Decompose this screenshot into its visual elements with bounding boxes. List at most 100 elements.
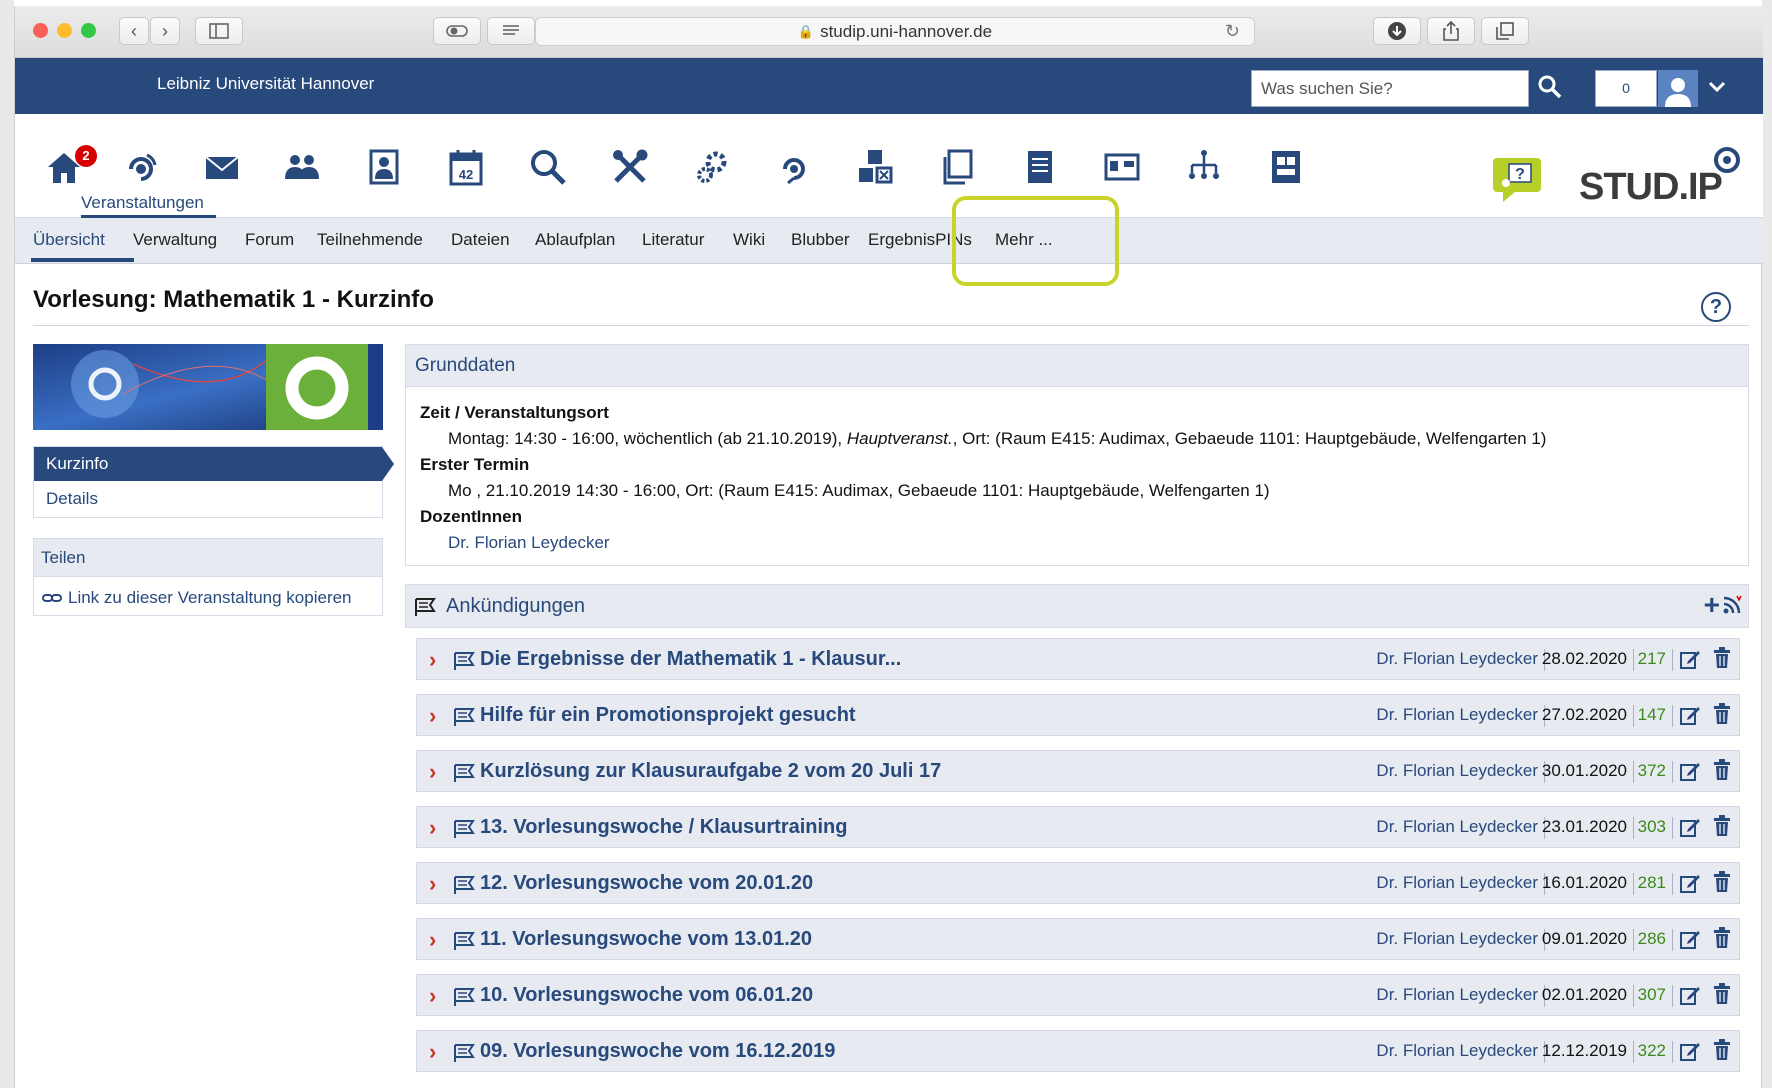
- announcement-title[interactable]: Hilfe für ein Promotionsprojekt gesucht: [480, 704, 856, 727]
- tools-icon[interactable]: [607, 144, 653, 190]
- address-bar[interactable]: 🔒 studip.uni-hannover.de ↻: [535, 17, 1255, 46]
- courses-second-icon[interactable]: [771, 144, 817, 190]
- edit-icon[interactable]: [1679, 984, 1701, 1006]
- zoom-window-button[interactable]: [81, 23, 96, 38]
- announcement-title[interactable]: 10. Vorlesungswoche vom 06.01.20: [480, 984, 813, 1007]
- announcement-author[interactable]: Dr. Florian Leydecker: [1376, 817, 1545, 839]
- sidebar-toggle-button[interactable]: [195, 17, 243, 45]
- copy-link-action[interactable]: Link zu dieser Veranstaltung kopieren: [42, 588, 352, 608]
- trash-icon[interactable]: [1713, 759, 1731, 781]
- privacy-report-button[interactable]: [433, 17, 481, 45]
- chevron-right-icon[interactable]: ›: [429, 927, 436, 953]
- edit-icon[interactable]: [1679, 1040, 1701, 1062]
- trash-icon[interactable]: [1713, 1039, 1731, 1061]
- chevron-right-icon[interactable]: ›: [429, 703, 436, 729]
- downloads-button[interactable]: [1373, 17, 1421, 45]
- minimize-window-button[interactable]: [57, 23, 72, 38]
- announcement-author[interactable]: Dr. Florian Leydecker: [1376, 705, 1545, 727]
- edit-icon[interactable]: [1679, 872, 1701, 894]
- trash-icon[interactable]: [1713, 647, 1731, 669]
- edit-icon[interactable]: [1679, 816, 1701, 838]
- community-icon[interactable]: [279, 144, 325, 190]
- trash-icon[interactable]: [1713, 927, 1731, 949]
- announcement-title[interactable]: 11. Vorlesungswoche vom 13.01.20: [480, 928, 812, 951]
- sidebar-item-details[interactable]: Details: [46, 489, 98, 509]
- help-bubble-icon[interactable]: ?: [1489, 154, 1545, 204]
- reader-button[interactable]: [487, 17, 535, 45]
- add-announcement-button[interactable]: +: [1704, 589, 1720, 621]
- trash-icon[interactable]: [1713, 871, 1731, 893]
- announcement-row[interactable]: › 13. Vorlesungswoche / Klausurtraining Dr…: [416, 806, 1740, 848]
- literature-icon[interactable]: [1017, 144, 1063, 190]
- grades-icon[interactable]: [1263, 144, 1309, 190]
- courses-icon[interactable]: [118, 144, 164, 190]
- trash-icon[interactable]: [1713, 983, 1731, 1005]
- chevron-right-icon[interactable]: ›: [429, 1039, 436, 1065]
- studip-logo[interactable]: STUD.IP: [1577, 144, 1747, 206]
- announcement-row[interactable]: › Die Ergebnisse der Mathematik 1 - Klaus…: [416, 638, 1740, 680]
- tabs-overview-button[interactable]: [1481, 17, 1529, 45]
- help-icon[interactable]: ?: [1701, 292, 1731, 322]
- admin-icon[interactable]: [689, 144, 735, 190]
- lecturer-link[interactable]: Dr. Florian Leydecker: [448, 533, 610, 553]
- chevron-right-icon[interactable]: ›: [429, 871, 436, 897]
- edit-icon[interactable]: [1679, 760, 1701, 782]
- announcement-title[interactable]: 13. Vorlesungswoche / Klausurtraining: [480, 816, 848, 839]
- announcement-row[interactable]: › 12. Vorlesungswoche vom 20.01.20 Dr. Flo…: [416, 862, 1740, 904]
- announcement-title[interactable]: 09. Vorlesungswoche vom 16.12.2019: [480, 1040, 835, 1063]
- back-button[interactable]: ‹: [119, 17, 149, 45]
- wiki-icon[interactable]: [1099, 144, 1145, 190]
- forward-button[interactable]: ›: [150, 17, 180, 45]
- chevron-down-icon[interactable]: [1708, 76, 1726, 99]
- chevron-right-icon[interactable]: ›: [429, 759, 436, 785]
- announcement-author[interactable]: Dr. Florian Leydecker: [1376, 985, 1545, 1007]
- tab-literatur[interactable]: Literatur: [642, 230, 704, 250]
- rss-icon[interactable]: [1722, 595, 1742, 615]
- notification-counter[interactable]: 0: [1595, 70, 1657, 107]
- announcement-row[interactable]: › Hilfe für ein Promotionsprojekt gesucht…: [416, 694, 1740, 736]
- announcement-title[interactable]: Kurzlösung zur Klausuraufgabe 2 vom 20 J…: [480, 760, 941, 783]
- tab-uebersicht[interactable]: Übersicht: [33, 230, 105, 250]
- chevron-right-icon[interactable]: ›: [429, 815, 436, 841]
- announcement-title[interactable]: Die Ergebnisse der Mathematik 1 - Klausu…: [480, 648, 901, 671]
- announcement-author[interactable]: Dr. Florian Leydecker: [1376, 761, 1545, 783]
- sidebar-item-kurzinfo[interactable]: Kurzinfo: [34, 447, 394, 481]
- announcement-row[interactable]: › 11. Vorlesungswoche vom 13.01.20 Dr. Flo…: [416, 918, 1740, 960]
- chevron-right-icon[interactable]: ›: [429, 983, 436, 1009]
- tab-forum[interactable]: Forum: [245, 230, 294, 250]
- trash-icon[interactable]: [1713, 703, 1731, 725]
- avatar[interactable]: [1658, 70, 1698, 107]
- mail-icon[interactable]: [199, 144, 245, 190]
- tab-blubber[interactable]: Blubber: [791, 230, 850, 250]
- announcement-author[interactable]: Dr. Florian Leydecker: [1376, 1041, 1545, 1063]
- tab-verwaltung[interactable]: Verwaltung: [133, 230, 217, 250]
- search-icon[interactable]: [1537, 74, 1563, 100]
- reload-icon[interactable]: ↻: [1225, 21, 1240, 42]
- search-input[interactable]: Was suchen Sie?: [1251, 70, 1529, 107]
- modules-icon[interactable]: [853, 144, 899, 190]
- tab-ablaufplan[interactable]: Ablaufplan: [535, 230, 615, 250]
- announcement-row[interactable]: › 09. Vorlesungswoche vom 16.12.2019 Dr. F…: [416, 1030, 1740, 1072]
- edit-icon[interactable]: [1679, 648, 1701, 670]
- trash-icon[interactable]: [1713, 815, 1731, 837]
- announcement-author[interactable]: Dr. Florian Leydecker: [1376, 929, 1545, 951]
- close-window-button[interactable]: [33, 23, 48, 38]
- tab-teilnehmende[interactable]: Teilnehmende: [317, 230, 423, 250]
- tab-wiki[interactable]: Wiki: [733, 230, 765, 250]
- files-icon[interactable]: [935, 144, 981, 190]
- announcement-row[interactable]: › Kurzlösung zur Klausuraufgabe 2 vom 20 …: [416, 750, 1740, 792]
- university-name[interactable]: Leibniz Universität Hannover: [157, 74, 374, 94]
- announcement-row[interactable]: › 10. Vorlesungswoche vom 06.01.20 Dr. Flo…: [416, 974, 1740, 1016]
- announcement-author[interactable]: Dr. Florian Leydecker: [1376, 873, 1545, 895]
- edit-icon[interactable]: [1679, 704, 1701, 726]
- announcement-author[interactable]: Dr. Florian Leydecker: [1376, 649, 1545, 671]
- tab-dateien[interactable]: Dateien: [451, 230, 510, 250]
- hierarchy-icon[interactable]: [1181, 144, 1227, 190]
- announcement-title[interactable]: 12. Vorlesungswoche vom 20.01.20: [480, 872, 813, 895]
- chevron-right-icon[interactable]: ›: [429, 647, 436, 673]
- calendar-icon[interactable]: 42: [443, 144, 489, 190]
- search-nav-icon[interactable]: [525, 144, 571, 190]
- nav-label-veranstaltungen[interactable]: Veranstaltungen: [81, 193, 204, 213]
- share-button[interactable]: [1427, 17, 1475, 45]
- profile-icon[interactable]: [361, 144, 407, 190]
